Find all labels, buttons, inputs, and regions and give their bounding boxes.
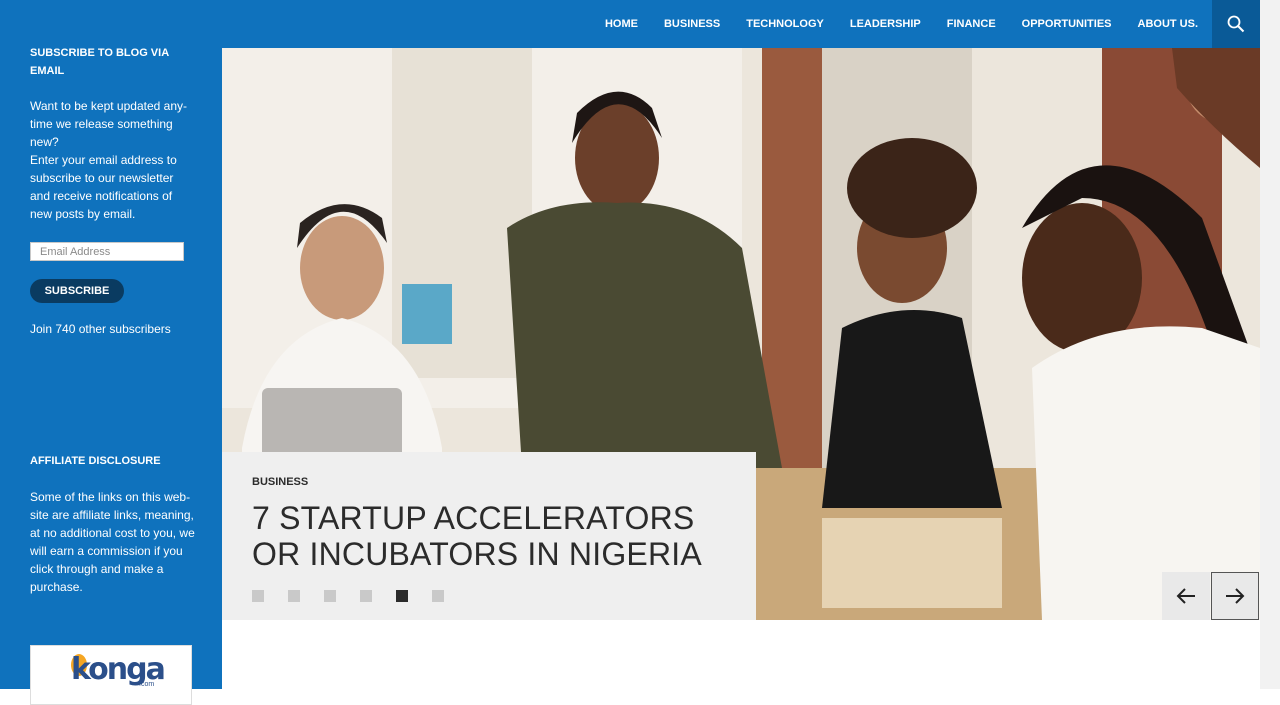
slider-dot-1[interactable] — [252, 590, 264, 602]
page-edge — [1260, 0, 1280, 689]
nav-item-home[interactable]: HOME — [605, 18, 638, 30]
slider-dot-3[interactable] — [324, 590, 336, 602]
slider-dot-2[interactable] — [288, 590, 300, 602]
subscribe-button[interactable]: SUBSCRIBE — [30, 279, 124, 303]
nav-item-finance[interactable]: FINANCE — [947, 18, 996, 30]
slider-prev-button[interactable] — [1162, 572, 1210, 620]
nav-item-opportunities[interactable]: OPPORTUNITIES — [1022, 18, 1112, 30]
slide-title-link[interactable]: 7 STARTUP ACCELERATORS OR INCUBATORS IN … — [252, 500, 742, 572]
slider-pagination — [252, 590, 468, 602]
search-button[interactable] — [1212, 0, 1260, 48]
affiliate-disclosure-heading: AFFILIATE DISCLOSURE — [30, 455, 161, 467]
nav-item-technology[interactable]: TECHNOLOGY — [746, 18, 824, 30]
arrow-right-icon — [1226, 588, 1245, 604]
slider-dot-5[interactable] — [396, 590, 408, 602]
slider-dot-6[interactable] — [432, 590, 444, 602]
nav-item-business[interactable]: BUSINESS — [664, 18, 720, 30]
subscribe-intro-text: Want to be kept updated any-time we rele… — [30, 99, 187, 149]
slider-dot-4[interactable] — [360, 590, 372, 602]
primary-menu: HOME BUSINESS TECHNOLOGY LEADERSHIP FINA… — [579, 0, 1198, 48]
affiliate-disclosure-text: Some of the links on this web-site are a… — [30, 490, 195, 594]
subscribers-count-text: Join 740 other subscribers — [30, 322, 171, 336]
subscribe-instructions-text: Enter your email address to subscribe to… — [30, 153, 177, 221]
slide-caption: BUSINESS 7 STARTUP ACCELERATORS OR INCUB… — [222, 452, 756, 620]
email-field[interactable] — [30, 242, 184, 261]
sidebar: SUBSCRIBE TO BLOG VIA EMAIL Want to be k… — [0, 0, 222, 705]
arrow-left-icon — [1176, 588, 1195, 604]
nav-item-leadership[interactable]: LEADERSHIP — [850, 18, 921, 30]
top-navigation-bar: HOME BUSINESS TECHNOLOGY LEADERSHIP FINA… — [222, 0, 1260, 48]
search-icon — [1227, 15, 1245, 33]
nav-item-about-us[interactable]: ABOUT US. — [1138, 18, 1199, 30]
slide-category-link[interactable]: BUSINESS — [252, 476, 308, 488]
subscribe-heading: SUBSCRIBE TO BLOG VIA EMAIL — [30, 47, 169, 77]
konga-logo-suffix: .com — [139, 681, 155, 688]
slider-next-button[interactable] — [1211, 572, 1259, 620]
konga-ad-banner[interactable]: konga .com — [30, 645, 192, 705]
